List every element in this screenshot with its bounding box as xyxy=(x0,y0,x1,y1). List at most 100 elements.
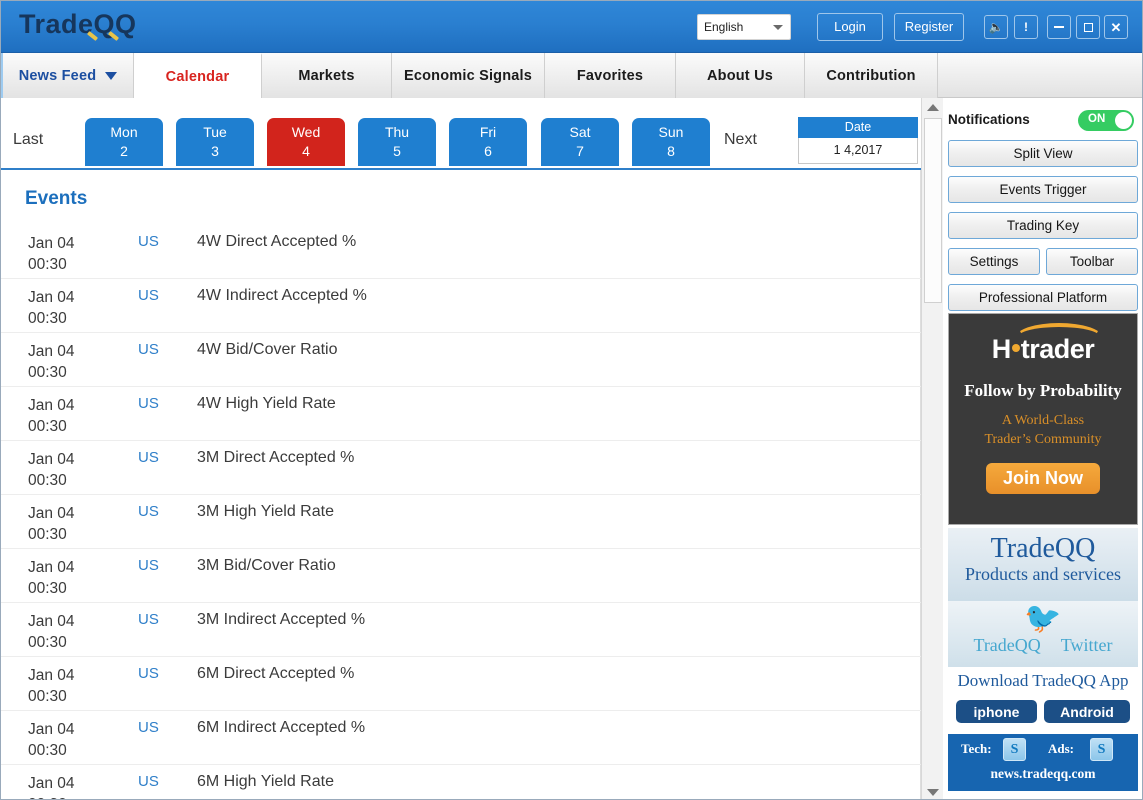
tradeqq-products-banner[interactable]: TradeQQ Products and services xyxy=(948,528,1138,601)
maximize-icon[interactable] xyxy=(1076,15,1100,39)
split-view-button[interactable]: Split View xyxy=(948,140,1138,167)
day-button-dow: Fri xyxy=(479,124,497,140)
main-vertical-scrollbar[interactable] xyxy=(921,98,944,799)
twitter-banner-brand: TradeQQ xyxy=(973,635,1041,655)
event-name: 6M High Yield Rate xyxy=(197,773,334,790)
sound-icon[interactable]: 🔈 xyxy=(984,15,1008,39)
event-country: US xyxy=(138,773,159,790)
notifications-toggle[interactable]: ON xyxy=(1078,110,1134,131)
alert-icon[interactable]: ! xyxy=(1014,15,1038,39)
contact-url[interactable]: news.tradeqq.com xyxy=(948,766,1138,782)
event-date: Jan 04 xyxy=(28,721,75,738)
join-now-button[interactable]: Join Now xyxy=(986,463,1100,494)
event-date: Jan 04 xyxy=(28,613,75,630)
skype-icon[interactable]: S xyxy=(1003,738,1026,761)
event-datetime: Jan 04 00:30 xyxy=(28,665,108,707)
event-datetime: Jan 04 00:30 xyxy=(28,341,108,383)
tab-about-us[interactable]: About Us xyxy=(676,53,805,98)
event-country: US xyxy=(138,503,159,520)
table-row[interactable]: Jan 04 00:30 US 4W Bid/Cover Ratio xyxy=(1,333,921,387)
trading-key-button[interactable]: Trading Key xyxy=(948,212,1138,239)
register-button[interactable]: Register xyxy=(894,13,964,41)
event-date: Jan 04 xyxy=(28,451,75,468)
table-row[interactable]: Jan 04 00:30 US 3M Bid/Cover Ratio xyxy=(1,549,921,603)
event-date: Jan 04 xyxy=(28,667,75,684)
event-name: 3M High Yield Rate xyxy=(197,503,334,520)
hitrader-advertisement[interactable]: Htrader Follow by Probability A World-Cl… xyxy=(948,313,1138,525)
iphone-download-button[interactable]: iphone xyxy=(956,700,1037,723)
tab-calendar[interactable]: Calendar xyxy=(134,53,262,99)
day-button-num: 5 xyxy=(393,143,401,159)
table-row[interactable]: Jan 04 00:30 US 6M High Yield Rate xyxy=(1,765,921,799)
date-picker[interactable]: Date 1 4,2017 xyxy=(798,117,918,164)
tech-label: Tech: xyxy=(961,741,992,756)
event-date: Jan 04 xyxy=(28,559,75,576)
day-button-thu[interactable]: Thu 5 xyxy=(358,118,436,166)
tab-favorites[interactable]: Favorites xyxy=(545,53,676,98)
day-button-mon[interactable]: Mon 2 xyxy=(85,118,163,166)
next-week-button[interactable]: Next xyxy=(724,131,757,149)
notifications-row: Notifications ON xyxy=(948,110,1138,132)
events-list[interactable]: Jan 04 00:30 US 4W Direct Accepted % Jan… xyxy=(1,225,921,799)
date-picker-value[interactable]: 1 4,2017 xyxy=(798,138,918,164)
hitrader-subtext-line1: A World-Class xyxy=(1001,413,1085,428)
table-row[interactable]: Jan 04 00:30 US 6M Direct Accepted % xyxy=(1,657,921,711)
previous-week-button[interactable]: Last xyxy=(13,131,43,149)
download-app-title: Download TradeQQ App xyxy=(957,671,1129,690)
event-name: 6M Indirect Accepted % xyxy=(197,719,366,736)
tab-markets[interactable]: Markets xyxy=(262,53,392,98)
day-button-dow: Wed xyxy=(291,124,321,140)
day-button-dow: Sat xyxy=(569,124,591,140)
table-row[interactable]: Jan 04 00:30 US 4W High Yield Rate xyxy=(1,387,921,441)
skype-icon[interactable]: S xyxy=(1090,738,1113,761)
day-button-sun[interactable]: Sun 8 xyxy=(632,118,710,166)
scroll-down-arrow-icon[interactable] xyxy=(922,783,944,799)
table-row[interactable]: Jan 04 00:30 US 6M Indirect Accepted % xyxy=(1,711,921,765)
tab-news-feed-label: News Feed xyxy=(18,67,97,84)
event-country: US xyxy=(138,233,159,250)
scroll-up-arrow-icon[interactable] xyxy=(922,98,944,116)
events-section-title: Events xyxy=(25,188,88,209)
notifications-toggle-state: ON xyxy=(1088,113,1106,125)
tab-economic-signals-label: Economic Signals xyxy=(403,67,533,84)
event-country: US xyxy=(138,395,159,412)
table-row[interactable]: Jan 04 00:30 US 4W Direct Accepted % xyxy=(1,225,921,279)
twitter-banner[interactable]: 🐦 TradeQQ Twitter xyxy=(948,601,1138,667)
login-button[interactable]: Login xyxy=(817,13,883,41)
tab-economic-signals[interactable]: Economic Signals xyxy=(392,53,545,98)
table-row[interactable]: Jan 04 00:30 US 3M Direct Accepted % xyxy=(1,441,921,495)
day-button-num: 8 xyxy=(667,143,675,159)
event-country: US xyxy=(138,665,159,682)
tab-contribution[interactable]: Contribution xyxy=(805,53,938,98)
day-button-sat[interactable]: Sat 7 xyxy=(541,118,619,166)
android-download-button[interactable]: Android xyxy=(1044,700,1130,723)
event-time: 00:30 xyxy=(28,472,67,489)
event-time: 00:30 xyxy=(28,418,67,435)
toolbar-button[interactable]: Toolbar xyxy=(1046,248,1138,275)
language-select[interactable]: English xyxy=(697,14,791,40)
day-button-dow: Sun xyxy=(658,124,684,140)
event-time: 00:30 xyxy=(28,526,67,543)
table-row[interactable]: Jan 04 00:30 US 3M Indirect Accepted % xyxy=(1,603,921,657)
tab-news-feed[interactable]: News Feed xyxy=(1,53,134,98)
close-icon[interactable]: ✕ xyxy=(1104,15,1128,39)
day-button-tue[interactable]: Tue 3 xyxy=(176,118,254,166)
event-datetime: Jan 04 00:30 xyxy=(28,611,108,653)
minimize-icon[interactable] xyxy=(1047,15,1071,39)
events-trigger-button[interactable]: Events Trigger xyxy=(948,176,1138,203)
event-date: Jan 04 xyxy=(28,235,75,252)
hitrader-logo-prefix: H xyxy=(991,334,1012,364)
table-row[interactable]: Jan 04 00:30 US 4W Indirect Accepted % xyxy=(1,279,921,333)
professional-platform-button[interactable]: Professional Platform xyxy=(948,284,1138,311)
scrollbar-thumb[interactable] xyxy=(924,118,942,303)
day-button-wed[interactable]: Wed 4 xyxy=(267,118,345,166)
table-row[interactable]: Jan 04 00:30 US 3M High Yield Rate xyxy=(1,495,921,549)
settings-button[interactable]: Settings xyxy=(948,248,1040,275)
tab-about-us-label: About Us xyxy=(706,67,774,84)
tradeqq-products-brand: TradeQQ xyxy=(990,533,1096,564)
notifications-label: Notifications xyxy=(948,112,1030,127)
day-button-fri[interactable]: Fri 6 xyxy=(449,118,527,166)
event-time: 00:30 xyxy=(28,794,108,799)
event-datetime: Jan 04 00:30 xyxy=(28,503,108,545)
event-date: Jan 04 xyxy=(28,289,75,306)
